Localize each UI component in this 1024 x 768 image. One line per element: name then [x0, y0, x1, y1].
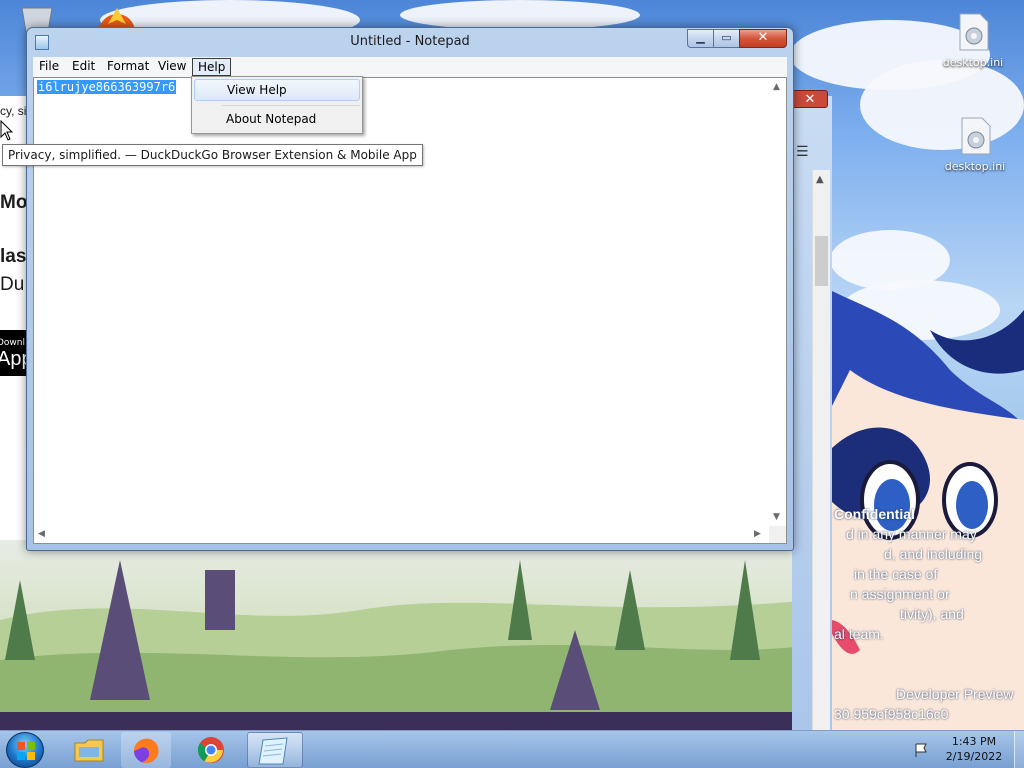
size-grip[interactable] — [769, 526, 786, 543]
desktop-icon[interactable]: desktop.ini — [934, 12, 1012, 69]
wallpaper-overlay-text: Developer Preview — [896, 686, 1014, 702]
wallpaper-character-illustration — [830, 290, 1024, 730]
menu-file[interactable]: File — [34, 58, 64, 76]
browser-heading-fragment: las — [0, 246, 27, 267]
help-dropdown-menu: View Help About Notepad — [191, 76, 363, 134]
clock-time: 1:43 PM — [951, 735, 997, 748]
desktop-icon[interactable]: desktop.ini — [936, 116, 1014, 173]
desktop-icon-label: desktop.ini — [942, 56, 1004, 69]
scroll-right-icon[interactable]: ▶ — [754, 529, 761, 539]
notepad-window[interactable]: Untitled - Notepad ▁ ▭ ✕ File Edit Forma… — [26, 27, 794, 551]
wallpaper-overlay-text: n assignment or — [850, 586, 950, 602]
menu-item-view-help[interactable]: View Help — [194, 79, 360, 101]
browser-scrollbar[interactable]: ▲ — [812, 170, 830, 730]
wallpaper-overlay-text: in the case of — [854, 566, 938, 582]
menu-help[interactable]: Help — [192, 58, 232, 76]
wallpaper-overlay-text: d in any manner may — [846, 526, 977, 542]
menu-edit[interactable]: Edit — [67, 58, 100, 76]
taskbar-firefox[interactable] — [121, 732, 171, 768]
horizontal-scrollbar[interactable]: ◀ ▶ — [34, 526, 770, 543]
selected-text[interactable]: i6lrujye866363997r6 — [37, 80, 177, 94]
start-button[interactable] — [6, 732, 44, 768]
scroll-up-icon[interactable]: ▲ — [816, 174, 824, 185]
menu-separator — [222, 105, 360, 106]
chrome-icon — [197, 737, 224, 763]
scroll-left-icon[interactable]: ◀ — [38, 529, 45, 539]
windows-logo-icon — [17, 742, 35, 760]
forest-illustration — [0, 560, 812, 730]
taskbar-chrome[interactable] — [186, 732, 236, 768]
wallpaper-overlay-text: al team. — [834, 626, 884, 642]
wallpaper-overlay-text: tivity), and — [900, 606, 964, 622]
browser-hero-illustration — [0, 540, 812, 730]
maximize-icon: ▭ — [721, 31, 732, 44]
browser-partial-text: cy, si — [0, 104, 27, 118]
title-bar[interactable]: Untitled - Notepad ▁ ▭ ✕ — [27, 28, 793, 56]
browser-tab-tooltip: Privacy, simplified. — DuckDuckGo Browse… — [2, 144, 423, 166]
maximize-button[interactable]: ▭ — [713, 29, 740, 48]
minimize-button[interactable]: ▁ — [687, 29, 714, 48]
close-button[interactable]: ✕ — [739, 29, 787, 48]
taskbar-notepad[interactable] — [247, 732, 303, 768]
taskbar-file-explorer[interactable] — [64, 732, 114, 768]
close-icon: ✕ — [757, 30, 769, 45]
notepad-icon — [258, 737, 288, 765]
window-title: Untitled - Notepad — [350, 34, 470, 49]
minimize-icon: ▁ — [696, 31, 705, 44]
wallpaper-overlay-text: d, and including — [884, 546, 983, 562]
hamburger-menu-icon[interactable]: ☰ — [796, 144, 812, 160]
scroll-down-icon[interactable]: ▼ — [773, 512, 780, 522]
taskbar: 1:43 PM 2/19/2022 — [0, 730, 1024, 768]
wallpaper-overlay-text: Confidential — [834, 506, 915, 522]
vertical-scrollbar[interactable]: ▲ ▼ — [769, 78, 786, 527]
firefox-icon — [134, 738, 159, 764]
system-clock[interactable]: 1:43 PM 2/19/2022 — [936, 734, 1012, 764]
desktop-icon-label: desktop.ini — [944, 160, 1006, 173]
scroll-thumb[interactable] — [815, 236, 828, 286]
menu-view[interactable]: View — [153, 58, 191, 76]
action-center-icon[interactable] — [914, 742, 930, 758]
browser-close-button[interactable]: ✕ — [792, 90, 828, 108]
scroll-up-icon[interactable]: ▲ — [773, 82, 780, 92]
browser-heading-fragment: Du — [0, 274, 25, 295]
mouse-pointer-icon — [0, 120, 14, 141]
settings-file-icon — [959, 13, 989, 51]
show-desktop-button[interactable] — [1014, 731, 1024, 768]
menu-format[interactable]: Format — [102, 58, 154, 76]
menu-bar: File Edit Format View Help — [33, 57, 787, 77]
menu-item-about-notepad[interactable]: About Notepad — [194, 109, 360, 131]
folder-icon — [74, 739, 104, 762]
clock-date: 2/19/2022 — [945, 750, 1003, 763]
wallpaper-overlay-text: 30.959cf958c16c0 — [834, 706, 949, 722]
settings-file-icon — [961, 117, 991, 155]
